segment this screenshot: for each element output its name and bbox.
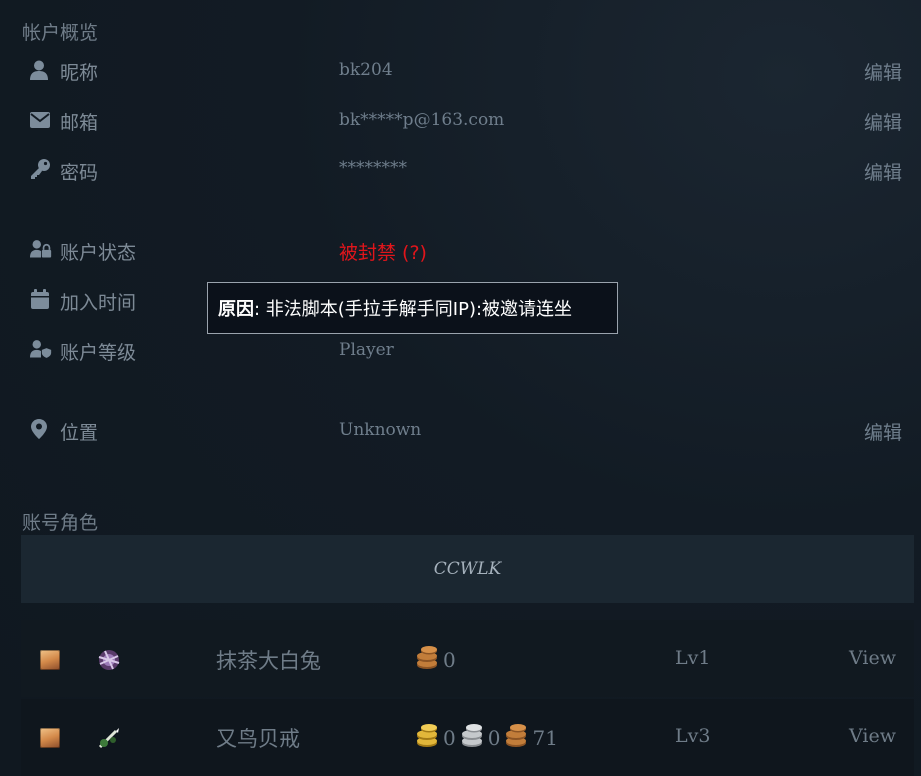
copper-amount: 71: [532, 726, 558, 750]
ban-reason-tooltip: 原因: 非法脚本(手拉手解手同IP):被邀请连坐: [207, 282, 618, 334]
user-shield-icon: [30, 338, 52, 360]
nickname-label: 昵称: [60, 62, 99, 84]
location-value: Unknown: [339, 420, 422, 440]
character-money: 0 0 71: [415, 724, 558, 752]
human-female-portrait-icon: [40, 728, 60, 748]
email-label: 邮箱: [60, 112, 99, 134]
password-label: 密码: [60, 162, 99, 184]
user-icon: [28, 59, 50, 81]
class-rogue-icon: [96, 725, 122, 751]
edit-nickname-button[interactable]: 编辑: [864, 58, 902, 85]
account-level-value: Player: [339, 340, 394, 360]
edit-email-button[interactable]: 编辑: [864, 108, 902, 135]
view-character-button[interactable]: View: [849, 725, 896, 747]
human-female-portrait-icon: [40, 650, 60, 670]
silver-coins-icon: [460, 724, 484, 752]
account-status-value[interactable]: 被封禁 (?): [339, 238, 427, 265]
character-level: Lv1: [675, 647, 711, 669]
character-name[interactable]: 抹茶大白兔: [216, 645, 321, 675]
account-overview-title: 帐户概览: [22, 22, 99, 44]
copper-coins-icon: [415, 646, 439, 674]
location-label: 位置: [60, 422, 99, 444]
email-value: bk*****p@163.com: [339, 110, 505, 130]
password-value: ********: [339, 158, 407, 178]
copper-coins-icon: [504, 724, 528, 752]
character-money: 0: [415, 646, 456, 674]
account-page: 帐户概览 昵称 bk204 编辑 邮箱 bk*****p@163.com 编辑 …: [0, 0, 921, 776]
character-row[interactable]: [21, 620, 914, 697]
join-date-label: 加入时间: [60, 292, 137, 314]
characters-title: 账号角色: [22, 512, 99, 534]
class-warlock-icon: [96, 647, 122, 673]
character-level: Lv3: [675, 725, 711, 747]
key-icon: [29, 158, 51, 180]
calendar-icon: [29, 288, 51, 310]
envelope-icon: [29, 109, 51, 131]
edit-location-button[interactable]: 编辑: [864, 418, 902, 445]
edit-password-button[interactable]: 编辑: [864, 158, 902, 185]
gold-amount: 0: [443, 726, 456, 750]
account-level-label: 账户等级: [60, 342, 137, 364]
gold-coins-icon: [415, 724, 439, 752]
realm-header: CCWLK: [21, 535, 914, 603]
realm-name: CCWLK: [433, 559, 502, 579]
character-name[interactable]: 又鸟贝戒: [216, 723, 300, 753]
nickname-value: bk204: [339, 60, 393, 80]
tooltip-reason-label: 原因: [218, 299, 254, 320]
account-status-label: 账户状态: [60, 242, 137, 264]
silver-amount: 0: [487, 726, 501, 750]
user-lock-icon: [30, 238, 52, 260]
tooltip-reason-text: : 非法脚本(手拉手解手同IP):被邀请连坐: [254, 299, 573, 320]
view-character-button[interactable]: View: [849, 647, 896, 669]
map-pin-icon: [28, 418, 50, 440]
copper-amount: 0: [443, 648, 456, 672]
